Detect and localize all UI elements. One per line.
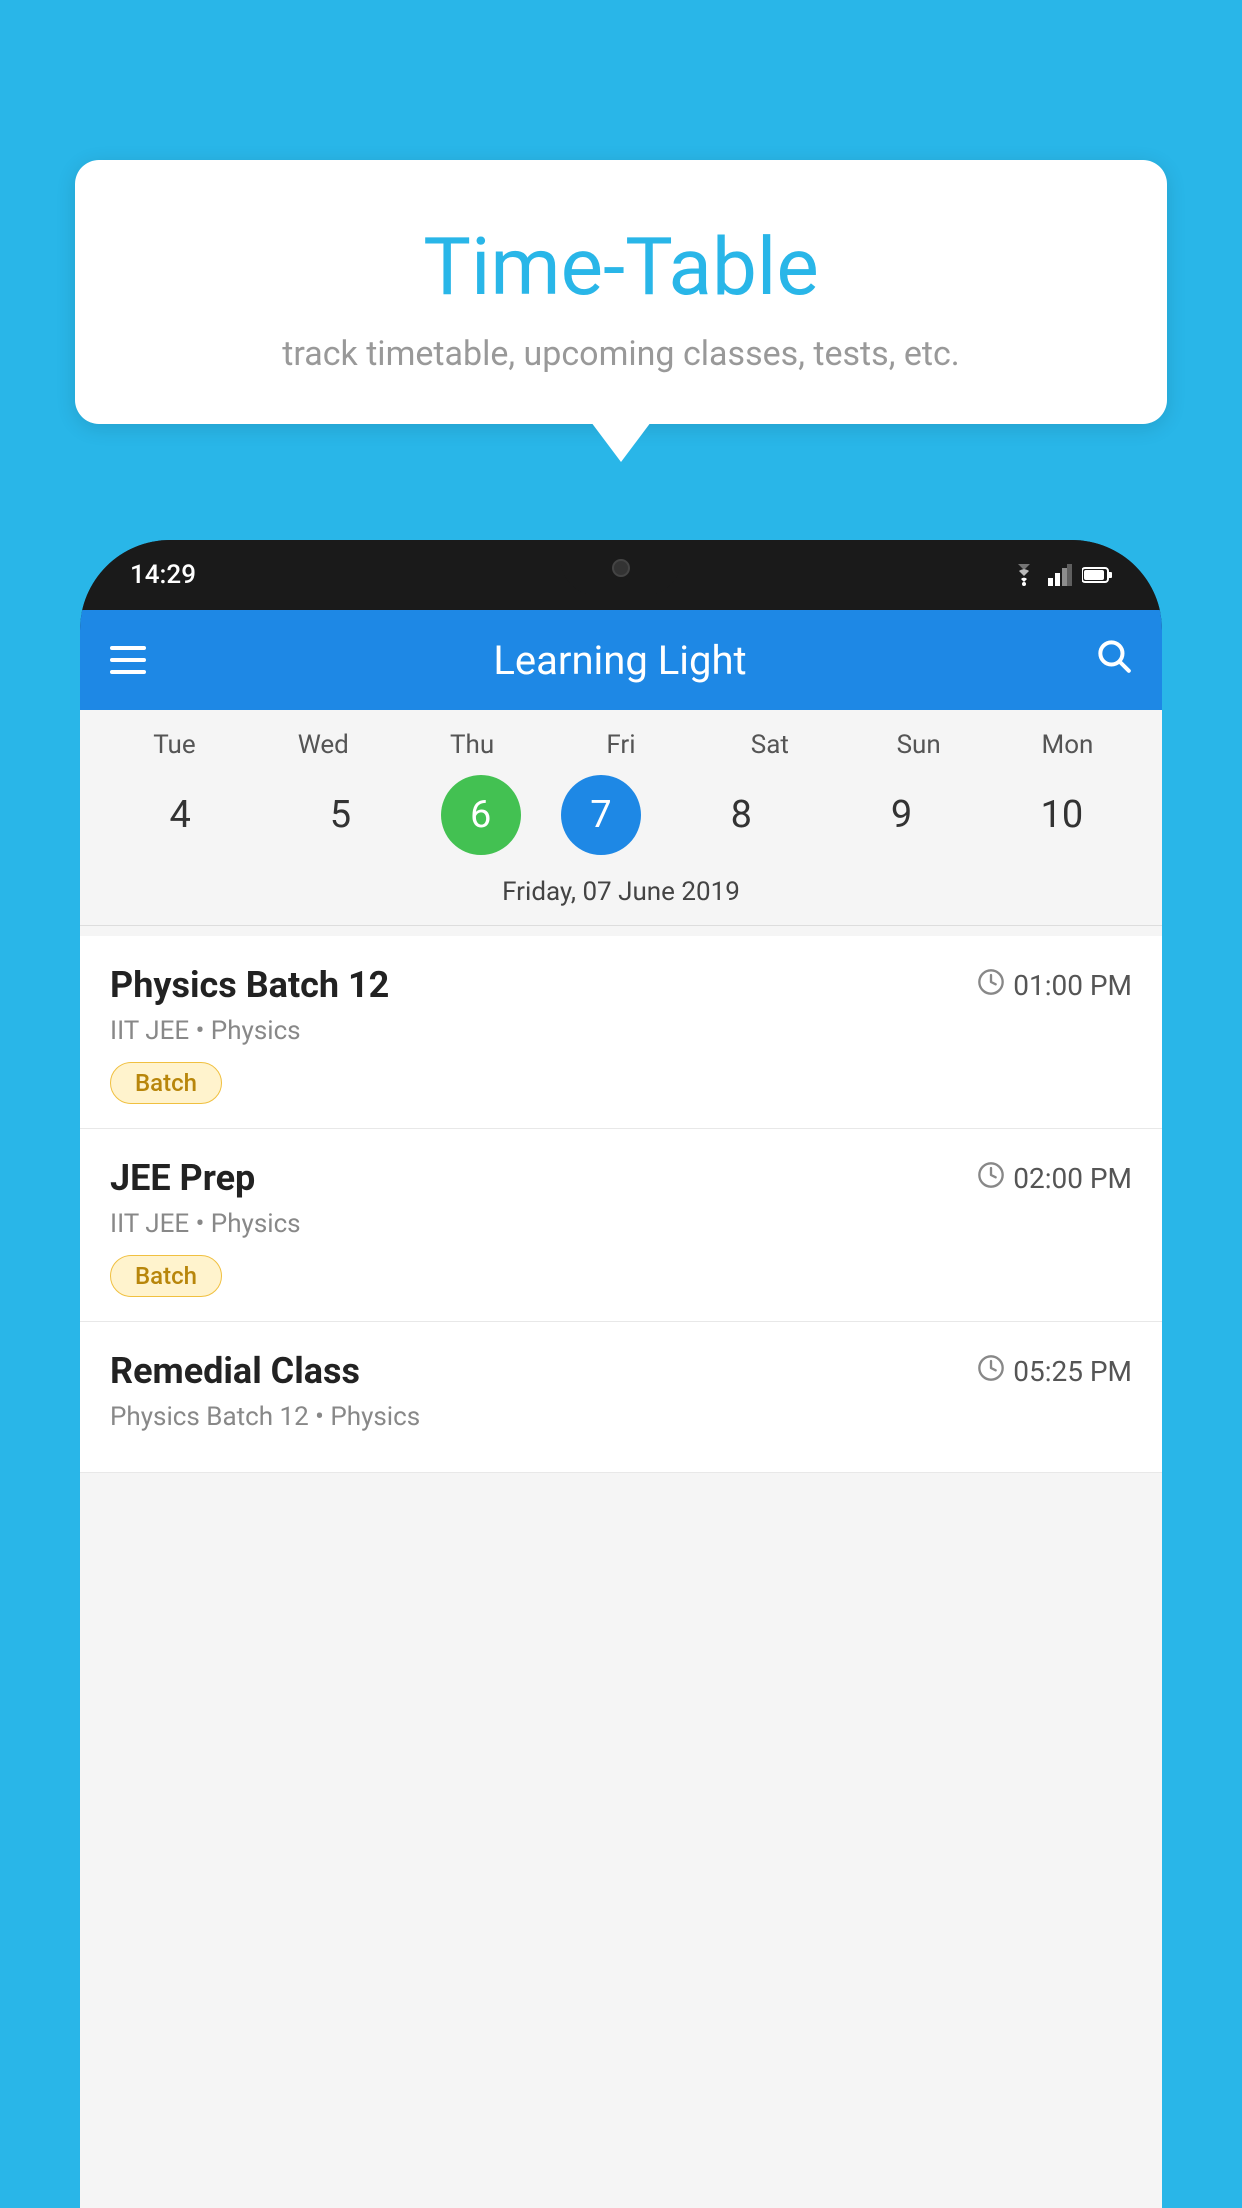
class-list: Physics Batch 12 01:00 PM IIT JEE • Phys… [80,936,1162,1473]
class-meta-1: IIT JEE • Physics [110,1016,1132,1046]
status-time: 14:29 [130,560,196,590]
class-time-text-3: 05:25 PM [1013,1355,1132,1388]
day-7-selected[interactable]: 7 [561,775,641,855]
class-item-header-1: Physics Batch 12 01:00 PM [110,964,1132,1006]
class-meta-3: Physics Batch 12 • Physics [110,1402,1132,1432]
search-button[interactable] [1094,636,1132,684]
signal-icon [1048,564,1072,586]
hamburger-line [110,646,146,650]
day-label-tue[interactable]: Tue [114,730,234,760]
battery-icon [1082,566,1112,584]
day-8[interactable]: 8 [681,775,801,855]
day-label-sat[interactable]: Sat [710,730,830,760]
class-item-header-2: JEE Prep 02:00 PM [110,1157,1132,1199]
clock-icon-1 [977,968,1005,1003]
day-label-fri[interactable]: Fri [561,730,681,760]
class-item-header-3: Remedial Class 05:25 PM [110,1350,1132,1392]
phone-notch [561,540,681,595]
day-4[interactable]: 4 [120,775,240,855]
tooltip-subtitle: track timetable, upcoming classes, tests… [125,334,1117,374]
day-label-mon[interactable]: Mon [1007,730,1127,760]
tooltip-card: Time-Table track timetable, upcoming cla… [75,160,1167,424]
day-6-today[interactable]: 6 [441,775,521,855]
phone-content: Tue Wed Thu Fri Sat Sun Mon 4 5 6 7 8 9 … [80,710,1162,2208]
class-item-1[interactable]: Physics Batch 12 01:00 PM IIT JEE • Phys… [80,936,1162,1129]
app-title: Learning Light [176,637,1064,684]
camera-dot [612,559,630,577]
class-name-2: JEE Prep [110,1157,255,1199]
search-icon [1094,636,1132,674]
calendar-strip: Tue Wed Thu Fri Sat Sun Mon 4 5 6 7 8 9 … [80,710,1162,936]
selected-date-label: Friday, 07 June 2019 [80,867,1162,926]
class-item-3[interactable]: Remedial Class 05:25 PM Physics Batch 12… [80,1322,1162,1473]
class-meta-2: IIT JEE • Physics [110,1209,1132,1239]
day-label-wed[interactable]: Wed [263,730,383,760]
hamburger-line [110,658,146,662]
class-time-text-1: 01:00 PM [1013,969,1132,1002]
wifi-icon [1010,564,1038,586]
hamburger-menu-icon[interactable] [110,646,146,674]
status-bar: 14:29 [80,540,1162,610]
day-label-thu[interactable]: Thu [412,730,532,760]
class-name-1: Physics Batch 12 [110,964,389,1006]
class-item-2[interactable]: JEE Prep 02:00 PM IIT JEE • Physics Batc… [80,1129,1162,1322]
day-10[interactable]: 10 [1002,775,1122,855]
class-time-2: 02:00 PM [977,1161,1132,1196]
day-label-sun[interactable]: Sun [859,730,979,760]
app-bar: Learning Light [80,610,1162,710]
class-time-3: 05:25 PM [977,1354,1132,1389]
class-time-text-2: 02:00 PM [1013,1162,1132,1195]
hamburger-line [110,670,146,674]
day-numbers: 4 5 6 7 8 9 10 [80,775,1162,855]
class-name-3: Remedial Class [110,1350,360,1392]
status-icons [1010,564,1112,586]
batch-badge-2: Batch [110,1255,222,1297]
class-time-1: 01:00 PM [977,968,1132,1003]
day-headers: Tue Wed Thu Fri Sat Sun Mon [80,730,1162,760]
day-9[interactable]: 9 [842,775,962,855]
tooltip-title: Time-Table [125,220,1117,314]
clock-icon-3 [977,1354,1005,1389]
batch-badge-1: Batch [110,1062,222,1104]
phone-frame: 14:29 [80,540,1162,2208]
clock-icon-2 [977,1161,1005,1196]
day-5[interactable]: 5 [280,775,400,855]
